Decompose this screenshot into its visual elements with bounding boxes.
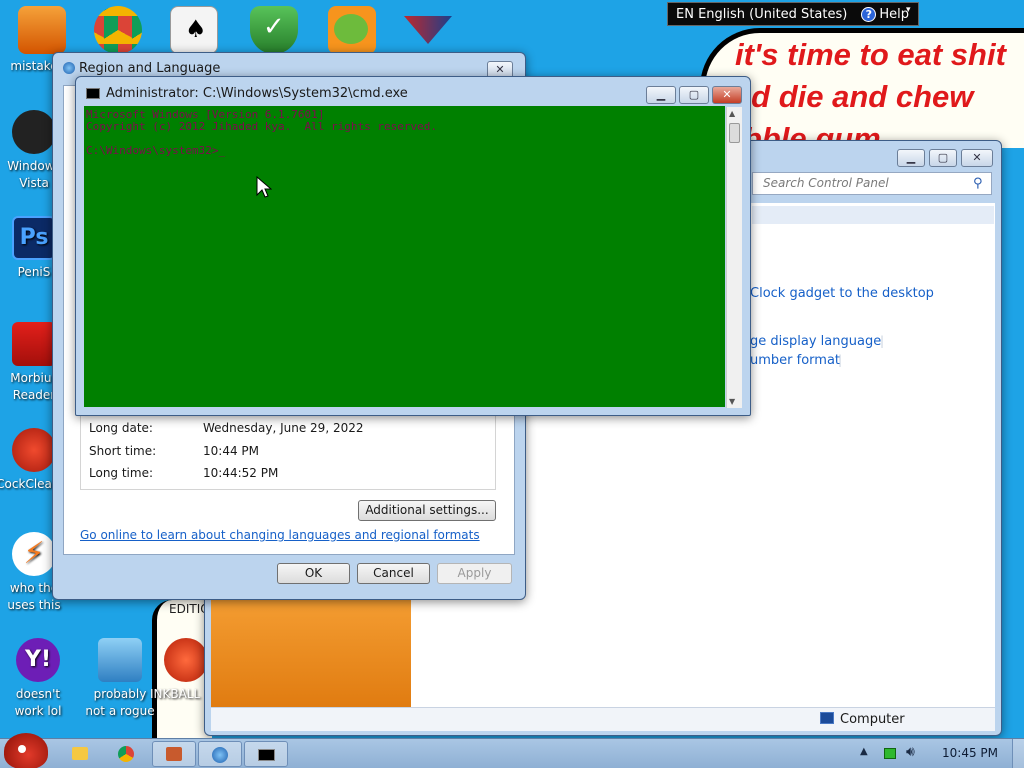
cmd-prompt-line[interactable]: C:\Windows\system32>_ bbox=[86, 144, 225, 157]
cancel-button[interactable]: Cancel bbox=[357, 563, 430, 584]
close-icon: ✕ bbox=[972, 151, 982, 164]
globe-icon bbox=[63, 62, 75, 74]
desktop-icon-label: Morbius Reader bbox=[10, 371, 58, 402]
desktop-icon-label: probably not a rogue bbox=[85, 687, 155, 718]
help-label: Help bbox=[879, 6, 909, 22]
network-icon[interactable] bbox=[884, 748, 896, 759]
online-languages-link[interactable]: Go online to learn about changing langua… bbox=[80, 528, 480, 542]
globe-icon bbox=[212, 747, 228, 763]
cmd-icon bbox=[86, 88, 100, 99]
desktop-icon-label: mistake bbox=[10, 59, 58, 73]
scroll-up-icon[interactable]: ▲ bbox=[729, 109, 735, 118]
search-icon[interactable]: ⚲ bbox=[973, 176, 983, 191]
help-icon: ? bbox=[861, 6, 877, 22]
taskbar-cmd-button[interactable] bbox=[244, 741, 288, 767]
control-panel-sidebar-graphic bbox=[211, 599, 411, 709]
angry-bird-eye-icon bbox=[18, 745, 26, 753]
show-hidden-icons-button[interactable]: ▲ bbox=[860, 746, 868, 757]
maximize-button[interactable]: ▢ bbox=[929, 149, 957, 167]
search-control-panel-input[interactable]: Search Control Panel bbox=[752, 172, 992, 195]
mistake-app-icon[interactable] bbox=[18, 6, 66, 54]
close-icon: ✕ bbox=[495, 63, 505, 76]
volume-icon[interactable]: 🔊︎ bbox=[906, 744, 915, 760]
taskbar: ▲ 🔊︎ 10:45 PM bbox=[0, 733, 1024, 768]
mouse-cursor-icon bbox=[256, 176, 272, 198]
language-bar-options-icon[interactable]: ▾ bbox=[906, 5, 911, 15]
dialog-title: Region and Language bbox=[79, 61, 221, 76]
cmd-scrollbar[interactable]: ▲ ▼ bbox=[726, 107, 742, 408]
desktop-icon-inkball[interactable]: INKBALL bbox=[150, 638, 210, 703]
taskbar-chrome-button[interactable] bbox=[104, 741, 148, 767]
wallpaper-text-line1: it's time to eat shit bbox=[735, 37, 1006, 72]
status-computer: Computer bbox=[840, 712, 905, 727]
chrome-icon[interactable] bbox=[94, 6, 142, 54]
scroll-down-icon[interactable]: ▼ bbox=[729, 397, 735, 406]
link-separator: | bbox=[880, 334, 885, 348]
language-bar[interactable]: EN English (United States) ? Help ▾ bbox=[667, 2, 919, 26]
change-number-format-link[interactable]: umber format bbox=[750, 353, 840, 368]
photoshop-icon: Ps bbox=[12, 216, 56, 260]
minimize-button[interactable]: ▁ bbox=[897, 149, 925, 167]
apply-button[interactable]: Apply bbox=[437, 563, 512, 584]
additional-settings-button[interactable]: Additional settings... bbox=[358, 500, 496, 521]
cmd-copyright-line: Copyright (c) 2012 Jihaded kya. All righ… bbox=[86, 120, 437, 133]
taskbar-app-button[interactable] bbox=[152, 741, 196, 767]
cmd-maximize-button[interactable]: ▢ bbox=[679, 86, 709, 104]
folder-icon bbox=[72, 747, 88, 760]
recycle-bin-icon bbox=[12, 110, 56, 154]
desktop-icon-label: PeniS bbox=[17, 265, 51, 279]
control-panel-header-band bbox=[752, 206, 994, 224]
minimize-icon: ▁ bbox=[656, 88, 666, 101]
computer-icon bbox=[820, 712, 834, 724]
yahoo-messenger-icon: Y! bbox=[16, 638, 60, 682]
short-time-label: Short time: bbox=[89, 444, 157, 458]
desktop-icon-label: INKBALL bbox=[150, 687, 201, 701]
pdf-reader-icon bbox=[12, 322, 56, 366]
add-clock-gadget-link[interactable]: Clock gadget to the desktop bbox=[750, 286, 934, 301]
long-date-label: Long date: bbox=[89, 421, 153, 435]
long-date-value: Wednesday, June 29, 2022 bbox=[203, 421, 364, 435]
ccleaner-icon bbox=[12, 428, 56, 472]
change-display-language-link[interactable]: ge display language bbox=[750, 334, 881, 349]
system-clock[interactable]: 10:45 PM bbox=[942, 746, 998, 760]
short-time-value: 10:44 PM bbox=[203, 444, 259, 458]
help-button[interactable]: ? Help bbox=[861, 6, 909, 22]
taskbar-explorer-button[interactable] bbox=[58, 741, 102, 767]
long-time-label: Long time: bbox=[89, 466, 154, 480]
lightning-app-icon: ⚡ bbox=[12, 532, 56, 576]
wallpaper-text-line2: and die and chew bbox=[715, 79, 974, 114]
close-button[interactable]: ✕ bbox=[961, 149, 993, 167]
winrar-like-icon[interactable] bbox=[404, 10, 452, 58]
cmd-icon bbox=[258, 749, 275, 761]
inkball-icon bbox=[164, 638, 208, 682]
long-time-value: 10:44:52 PM bbox=[203, 466, 279, 480]
desktop-icon-yahoo[interactable]: Y! doesn't work lol bbox=[0, 638, 76, 720]
security-shield-icon[interactable]: ✓ bbox=[250, 6, 298, 54]
taskbar-region-language-button[interactable] bbox=[198, 741, 242, 767]
settings-gears-icon bbox=[98, 638, 142, 682]
solitaire-icon[interactable]: ♠ bbox=[170, 6, 218, 54]
maximize-icon: ▢ bbox=[937, 151, 949, 164]
minimize-icon: ▁ bbox=[906, 151, 916, 164]
angry-birds-pig-icon[interactable] bbox=[328, 6, 376, 54]
cmd-close-button[interactable]: ✕ bbox=[712, 86, 742, 104]
cmd-minimize-button[interactable]: ▁ bbox=[646, 86, 676, 104]
cmd-window-title: Administrator: C:\Windows\System32\cmd.e… bbox=[106, 86, 408, 101]
maximize-icon: ▢ bbox=[688, 88, 700, 101]
ok-button[interactable]: OK bbox=[277, 563, 350, 584]
start-button[interactable] bbox=[4, 733, 48, 768]
show-desktop-button[interactable] bbox=[1012, 739, 1024, 768]
desktop-icon-label: doesn't work lol bbox=[14, 687, 62, 718]
link-separator: | bbox=[838, 353, 843, 367]
language-indicator[interactable]: EN English (United States) bbox=[676, 7, 847, 22]
cmd-console-area[interactable]: Microsoft Windows [Version 6.1.7601] Cop… bbox=[84, 106, 725, 407]
chrome-icon bbox=[118, 746, 134, 762]
app-icon bbox=[166, 747, 182, 761]
close-icon: ✕ bbox=[722, 88, 732, 101]
scroll-thumb[interactable] bbox=[729, 123, 740, 143]
desktop-icon-probably-not-a-rogue[interactable]: probably not a rogue bbox=[82, 638, 158, 720]
